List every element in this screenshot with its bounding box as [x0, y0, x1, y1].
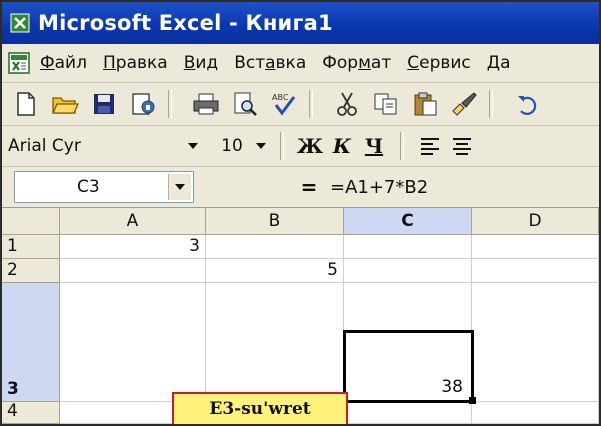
column-header-a[interactable]: A [60, 208, 206, 235]
menu-edit[interactable]: Правка [103, 53, 168, 73]
cell-d1[interactable] [472, 235, 599, 259]
toolbar-separator [400, 132, 404, 160]
menu-rest: ервис [419, 53, 471, 73]
fill-handle[interactable] [469, 397, 476, 404]
print-icon[interactable] [191, 89, 221, 119]
column-header-b[interactable]: B [206, 208, 344, 235]
excel-window: Microsoft Excel - Книга1 Файл Правка Вид… [0, 0, 601, 426]
row-header-4[interactable]: 4 [2, 401, 60, 424]
menu-rest: равка [115, 53, 168, 73]
menu-view[interactable]: Вид [184, 53, 218, 73]
menu-rest: ат [370, 53, 392, 73]
menu-rest: айл [54, 53, 87, 73]
menu-rest: Фор [322, 53, 359, 73]
menu-rest: а [500, 53, 511, 73]
cell-c2[interactable] [344, 259, 472, 283]
chevron-down-icon[interactable] [168, 174, 191, 200]
insert-function-button[interactable]: = [292, 172, 326, 202]
row-header-3[interactable]: 3 [2, 283, 60, 402]
new-icon[interactable] [11, 89, 41, 119]
name-box[interactable]: C3 [14, 171, 194, 203]
title-bar: Microsoft Excel - Книга1 [2, 2, 599, 44]
menu-data[interactable]: Да [487, 53, 511, 73]
cell-a1[interactable]: 3 [60, 235, 206, 259]
toolbar-separator [309, 90, 313, 118]
save-icon[interactable] [89, 89, 119, 119]
print-preview-icon[interactable] [230, 89, 260, 119]
standard-toolbar: ABC [2, 83, 599, 126]
row-header-2[interactable]: 2 [2, 259, 60, 283]
paste-icon[interactable] [410, 89, 440, 119]
menu-accel: а [265, 53, 276, 73]
menu-bar: Файл Правка Вид Вставка Формат Сервис Да [2, 44, 599, 83]
column-header-c[interactable]: C [344, 208, 472, 235]
cell-a3[interactable] [60, 283, 206, 402]
open-icon[interactable] [50, 89, 80, 119]
menu-file[interactable]: Файл [40, 53, 87, 73]
figure-caption: E3-su'wret [172, 392, 348, 424]
cut-icon[interactable] [332, 89, 362, 119]
cell-d4[interactable] [472, 402, 599, 424]
underline-button[interactable]: Ч [358, 131, 390, 161]
align-center-icon[interactable] [446, 131, 478, 161]
document-icon[interactable] [8, 52, 30, 74]
excel-icon[interactable] [10, 13, 30, 33]
undo-icon[interactable] [512, 89, 542, 119]
copy-icon[interactable] [371, 89, 401, 119]
toolbar-separator [280, 132, 284, 160]
cell-a2[interactable] [60, 259, 206, 283]
bold-button[interactable]: Ж [294, 131, 326, 161]
toolbar-separator [489, 90, 493, 118]
formula-bar: C3 = =A1+7*B2 [2, 167, 599, 208]
menu-accel: Д [486, 53, 501, 73]
select-all-corner[interactable] [2, 208, 60, 235]
column-header-d[interactable]: D [472, 208, 599, 235]
menu-accel: П [102, 53, 116, 73]
cell-c3[interactable]: 38 [344, 283, 472, 402]
name-box-value: C3 [77, 177, 100, 197]
row-header-1[interactable]: 1 [2, 235, 60, 259]
italic-button[interactable]: К [326, 131, 358, 161]
svg-text:ABC: ABC [272, 93, 289, 102]
cell-b1[interactable] [206, 235, 344, 259]
menu-rest: вка [275, 53, 307, 73]
font-size-field[interactable]: 10 [212, 132, 252, 160]
menu-rest: ид [195, 53, 219, 73]
format-painter-icon[interactable] [449, 89, 479, 119]
menu-format[interactable]: Формат [322, 53, 391, 73]
permissions-icon[interactable] [128, 89, 158, 119]
font-name-field[interactable]: Arial Cyr [8, 132, 184, 160]
cell-c4[interactable] [344, 402, 472, 424]
menu-accel: С [407, 53, 420, 73]
cell-b3[interactable] [206, 283, 344, 402]
formatting-toolbar: Arial Cyr 10 Ж К Ч [2, 126, 599, 167]
menu-accel: В [183, 53, 196, 73]
cell-b2[interactable]: 5 [206, 259, 344, 283]
menu-accel: м [358, 53, 371, 73]
formula-input[interactable]: =A1+7*B2 [330, 177, 428, 198]
menu-accel: Ф [40, 53, 55, 73]
cell-c1[interactable] [344, 235, 472, 259]
menu-rest: Вст [234, 53, 266, 73]
cell-d3[interactable] [472, 283, 599, 402]
chevron-down-icon[interactable] [184, 132, 202, 160]
menu-insert[interactable]: Вставка [234, 53, 306, 73]
chevron-down-icon[interactable] [252, 132, 270, 160]
align-left-icon[interactable] [414, 131, 446, 161]
menu-tools[interactable]: Сервис [407, 53, 471, 73]
window-title: Microsoft Excel - Книга1 [38, 11, 333, 35]
cell-d2[interactable] [472, 259, 599, 283]
toolbar-separator [168, 90, 172, 118]
spelling-icon[interactable]: ABC [269, 89, 299, 119]
